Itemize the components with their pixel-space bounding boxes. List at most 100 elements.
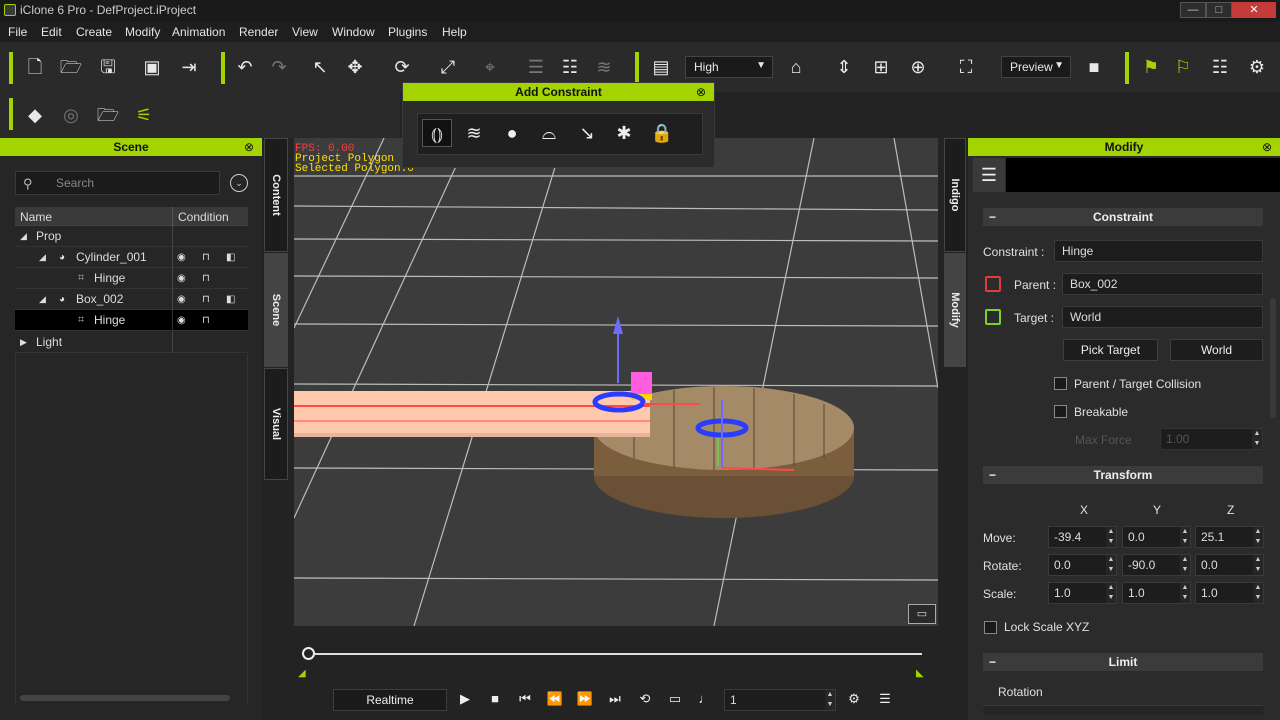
spinner-arrows-icon[interactable]: ▲ ▼ xyxy=(1180,583,1190,603)
lock-scale-checkbox[interactable] xyxy=(984,621,997,634)
menu-view[interactable]: View xyxy=(292,25,318,39)
scale-x-field[interactable]: 1.0 ▲ ▼ xyxy=(1048,582,1117,604)
menu-help[interactable]: Help xyxy=(442,25,467,39)
eye-icon[interactable]: ◉ xyxy=(177,268,186,289)
move-x-field[interactable]: -39.4 ▲ ▼ xyxy=(1048,526,1117,548)
tab-indigo[interactable]: Indigo xyxy=(944,138,966,252)
close-icon[interactable]: ⊗ xyxy=(696,83,706,101)
previous-frame-icon[interactable]: ⏪ xyxy=(544,691,566,707)
hinge-constraint-icon[interactable]: ⦅⦆ xyxy=(422,119,452,147)
spinner-arrows-icon[interactable]: ▲ ▼ xyxy=(1106,555,1116,575)
spinner-arrows-icon[interactable]: ▲ ▼ xyxy=(1180,555,1190,575)
orbit-icon[interactable]: ⊕ xyxy=(905,54,931,80)
rotate-x-field[interactable]: 0.0 ▲ ▼ xyxy=(1048,554,1117,576)
lock-open-icon[interactable]: ⊓ xyxy=(202,289,210,310)
tab-modify[interactable]: Modify xyxy=(944,253,966,367)
eye-icon[interactable]: ◉ xyxy=(177,310,186,331)
range-end-marker-icon[interactable]: ◣ xyxy=(916,668,924,679)
rotate-icon[interactable]: ⟳ xyxy=(389,54,415,80)
stop-icon[interactable]: ■ xyxy=(484,691,506,706)
select-arrow-icon[interactable]: ↖ xyxy=(307,54,333,80)
spinner-arrows-icon[interactable]: ▲ ▼ xyxy=(1253,527,1263,547)
spinner-arrows-icon[interactable]: ▲ ▼ xyxy=(1106,527,1116,547)
loop-icon[interactable]: ⟲ xyxy=(634,691,656,707)
open-folder-icon[interactable]: 🗁 xyxy=(58,54,84,80)
tab-content[interactable]: Content xyxy=(264,138,288,252)
metronome-icon[interactable]: ♩ xyxy=(694,691,716,706)
world-button[interactable]: World xyxy=(1170,339,1263,361)
tree-row-hinge-selected[interactable]: ⌗ Hinge ◉ ⊓ xyxy=(15,310,248,331)
distribute-icon[interactable]: ☷ xyxy=(557,54,583,80)
scale-y-field[interactable]: 1.0 ▲ ▼ xyxy=(1122,582,1191,604)
spinner-arrows-icon[interactable]: ▲ ▼ xyxy=(1180,527,1190,547)
expand-arrow-icon[interactable]: ◢ xyxy=(39,289,46,310)
lock-open-icon[interactable]: ⊓ xyxy=(202,310,210,331)
spinner-arrows-icon[interactable]: ▲ ▼ xyxy=(1106,583,1116,603)
column-condition[interactable]: Condition xyxy=(178,210,229,224)
play-icon[interactable]: ▶ xyxy=(454,691,476,707)
align-icon[interactable]: ☰ xyxy=(523,54,549,80)
six-dof-constraint-icon[interactable]: ✱ xyxy=(609,119,639,147)
menu-modify[interactable]: Modify xyxy=(125,25,160,39)
tree-row-hinge[interactable]: ⌗ Hinge ◉ ⊓ xyxy=(15,268,248,289)
undo-icon[interactable]: ↶ xyxy=(232,54,258,80)
column-name[interactable]: Name xyxy=(20,210,52,224)
next-frame-icon[interactable]: ⏩ xyxy=(574,691,596,707)
spinner-arrows-icon[interactable]: ▲ ▼ xyxy=(825,690,835,710)
menu-plugins[interactable]: Plugins xyxy=(388,25,427,39)
parent-field[interactable]: Box_002 xyxy=(1062,273,1263,295)
zoom-icon[interactable]: ⊞ xyxy=(868,54,894,80)
range-start-marker-icon[interactable]: ◢ xyxy=(298,668,306,679)
eye-icon[interactable]: ◉ xyxy=(177,247,186,268)
scale-icon[interactable]: ⤢ xyxy=(435,54,461,80)
hide-icon[interactable]: ≋ xyxy=(591,54,617,80)
add-constraint-icon[interactable]: ◆ xyxy=(22,102,48,128)
breakable-checkbox[interactable] xyxy=(1054,405,1067,418)
expand-arrow-icon[interactable]: ◢ xyxy=(20,226,27,247)
point-constraint-icon[interactable]: ● xyxy=(497,119,527,147)
tab-scene[interactable]: Scene xyxy=(264,253,288,367)
vertical-scrollbar[interactable] xyxy=(1270,298,1276,418)
rotate-z-field[interactable]: 0.0 ▲ ▼ xyxy=(1195,554,1264,576)
preview-dropdown[interactable]: Preview ▼ xyxy=(1001,56,1071,78)
3d-viewport[interactable]: FPS: 0.00 Project Polygon Selected Polyg… xyxy=(294,138,938,626)
close-icon[interactable]: ⊗ xyxy=(1262,138,1272,156)
vertical-pan-icon[interactable]: ⇕ xyxy=(831,54,857,80)
gear-icon[interactable]: ⚙ xyxy=(1244,54,1270,80)
spring-constraint-icon[interactable]: ≋ xyxy=(459,119,489,147)
fit-view-icon[interactable]: ⛶ xyxy=(953,54,979,80)
slider-constraint-icon[interactable]: ↘ xyxy=(572,119,602,147)
snap-icon[interactable]: ⌖ xyxy=(477,54,503,80)
physics-icon[interactable]: ⚑ xyxy=(1138,54,1164,80)
folder-icon[interactable]: 🗁 xyxy=(95,102,121,128)
target-field[interactable]: World xyxy=(1062,306,1263,328)
flag-icon[interactable]: ⚐ xyxy=(1170,54,1196,80)
first-frame-icon[interactable]: ⏮ xyxy=(514,691,536,707)
horizontal-scrollbar[interactable] xyxy=(20,695,230,701)
export-icon[interactable]: ⇥ xyxy=(176,54,202,80)
save-icon[interactable]: 🖫 xyxy=(95,54,121,80)
scale-z-field[interactable]: 1.0 ▲ ▼ xyxy=(1195,582,1264,604)
spinner-arrows-icon[interactable]: ▲ ▼ xyxy=(1253,583,1263,603)
cone-twist-constraint-icon[interactable]: ⌓ xyxy=(534,119,564,147)
search-input[interactable]: Search xyxy=(15,171,220,195)
viewport-layout-icon[interactable]: ▤ xyxy=(648,54,674,80)
rotate-y-field[interactable]: -90.0 ▲ ▼ xyxy=(1122,554,1191,576)
menu-file[interactable]: File xyxy=(8,25,27,39)
timeline-settings-icon[interactable]: ⚙ xyxy=(843,691,865,707)
tree-row-light[interactable]: ▶ Light xyxy=(15,332,248,353)
camera-icon[interactable]: ■ xyxy=(1081,54,1107,80)
lock-constraint-icon[interactable]: 🔒 xyxy=(647,119,677,147)
lock-open-icon[interactable]: ⊓ xyxy=(202,268,210,289)
new-file-icon[interactable]: 🗋 xyxy=(22,54,48,80)
tab-visual[interactable]: Visual xyxy=(264,368,288,480)
menu-window[interactable]: Window xyxy=(332,25,375,39)
cube-icon[interactable]: ◧ xyxy=(226,289,235,310)
quality-dropdown[interactable]: High ▼ xyxy=(685,56,773,78)
minimize-button[interactable]: — xyxy=(1180,2,1206,18)
tree-row-cylinder[interactable]: ◢ ◕ Cylinder_001 ◉ ⊓ ◧ xyxy=(15,247,248,268)
limit-section-header[interactable]: − Limit xyxy=(983,653,1263,671)
subtitle-icon[interactable]: ▭ xyxy=(664,691,686,707)
project-icon[interactable]: ▣ xyxy=(139,54,165,80)
cube-icon[interactable]: ◧ xyxy=(226,247,235,268)
